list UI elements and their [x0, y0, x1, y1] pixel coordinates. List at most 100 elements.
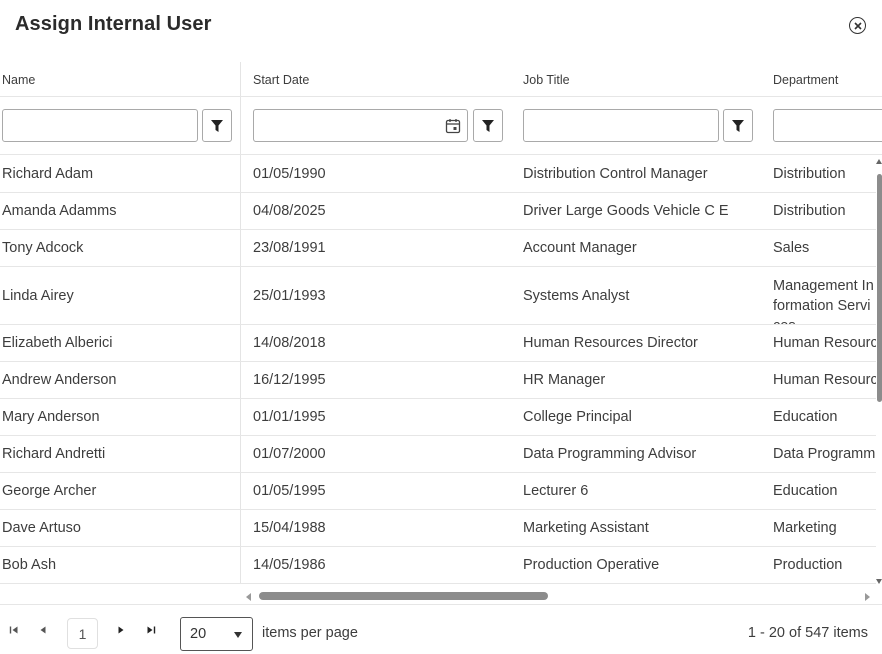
- last-page-button[interactable]: [143, 605, 159, 654]
- table-row[interactable]: Amanda Adamms 04/08/2025 Driver Large Go…: [0, 193, 876, 230]
- cell-name: Andrew Anderson: [2, 372, 117, 388]
- scroll-up-icon[interactable]: [876, 159, 882, 164]
- cell-name: George Archer: [2, 483, 97, 499]
- cell-job-title: Marketing Assistant: [523, 520, 649, 536]
- scroll-right-icon[interactable]: [865, 593, 870, 601]
- cell-department: Production: [773, 557, 843, 573]
- first-page-icon: [9, 626, 18, 634]
- cell-department: Human Resources: [773, 335, 876, 351]
- cell-start-date: 15/04/1988: [253, 520, 326, 536]
- cell-start-date: 14/05/1986: [253, 557, 326, 573]
- close-icon: [853, 21, 862, 30]
- department-filter-input[interactable]: [773, 109, 882, 142]
- last-page-icon: [147, 626, 156, 634]
- vertical-scrollbar[interactable]: [875, 156, 882, 584]
- cell-name: Linda Airey: [2, 287, 74, 304]
- cell-job-title: Human Resources Director: [523, 335, 698, 351]
- table-row[interactable]: Richard Adam 01/05/1990 Distribution Con…: [0, 156, 876, 193]
- page-size-value: 20: [190, 626, 207, 642]
- cell-name: Elizabeth Alberici: [2, 335, 113, 351]
- horizontal-scrollbar[interactable]: [242, 590, 872, 604]
- cell-department: Education: [773, 483, 838, 499]
- cell-start-date: 14/08/2018: [253, 335, 326, 351]
- next-page-icon: [118, 626, 124, 634]
- cell-name: Amanda Adamms: [2, 203, 117, 219]
- table-row[interactable]: Elizabeth Alberici 14/08/2018 Human Reso…: [0, 325, 876, 362]
- cell-start-date: 01/07/2000: [253, 446, 326, 462]
- horizontal-scroll-thumb[interactable]: [259, 592, 548, 600]
- pager: 1 20 items per page 1 - 20 of 547 items: [0, 604, 882, 654]
- items-per-page-label: items per page: [262, 625, 358, 641]
- column-header-start-date[interactable]: Start Date: [253, 73, 309, 87]
- scroll-down-icon[interactable]: [876, 579, 882, 584]
- start-date-filter-input[interactable]: [253, 109, 468, 142]
- table-row[interactable]: George Archer 01/05/1995 Lecturer 6 Educ…: [0, 473, 876, 510]
- table-row[interactable]: Mary Anderson 01/01/1995 College Princip…: [0, 399, 876, 436]
- cell-department: Education: [773, 409, 838, 425]
- cell-department: Distribution: [773, 203, 846, 219]
- cell-name: Richard Andretti: [2, 446, 106, 462]
- cell-job-title: Systems Analyst: [523, 287, 630, 304]
- job-title-filter-button[interactable]: [723, 109, 753, 142]
- column-header-job-title[interactable]: Job Title: [523, 73, 570, 87]
- cell-start-date: 01/05/1995: [253, 483, 326, 499]
- cell-name: Mary Anderson: [2, 409, 100, 425]
- filter-row: [0, 97, 882, 155]
- job-title-filter-input[interactable]: [523, 109, 719, 142]
- table-row[interactable]: Bob Ash 14/05/1986 Production Operative …: [0, 547, 876, 584]
- filter-icon: [732, 119, 744, 132]
- chevron-down-icon: [234, 632, 242, 638]
- close-button[interactable]: [849, 17, 866, 34]
- name-filter-input[interactable]: [2, 109, 198, 142]
- cell-job-title: College Principal: [523, 409, 632, 425]
- page-size-select[interactable]: 20: [180, 617, 253, 651]
- column-header-name[interactable]: Name: [2, 73, 35, 87]
- cell-job-title: Account Manager: [523, 240, 637, 256]
- cell-department: Sales: [773, 240, 810, 256]
- dialog-title: Assign Internal User: [15, 13, 212, 35]
- filter-icon: [482, 119, 494, 132]
- cell-job-title: HR Manager: [523, 372, 606, 388]
- next-page-button[interactable]: [113, 605, 129, 654]
- table-row[interactable]: Linda Airey 25/01/1993 Systems Analyst M…: [0, 267, 876, 325]
- cell-job-title: Lecturer 6: [523, 483, 589, 499]
- cell-start-date: 01/05/1990: [253, 166, 326, 182]
- table-row[interactable]: Tony Adcock 23/08/1991 Account Manager S…: [0, 230, 876, 267]
- current-page[interactable]: 1: [67, 618, 98, 649]
- cell-name: Richard Adam: [2, 166, 94, 182]
- cell-job-title: Distribution Control Manager: [523, 166, 708, 182]
- calendar-icon[interactable]: [445, 118, 461, 134]
- cell-department: Management Information Services: [773, 278, 874, 324]
- previous-page-icon: [40, 626, 46, 634]
- scroll-left-icon[interactable]: [246, 593, 251, 601]
- cell-name: Tony Adcock: [2, 240, 84, 256]
- cell-job-title: Driver Large Goods Vehicle C E: [523, 203, 729, 219]
- cell-start-date: 04/08/2025: [253, 203, 326, 219]
- cell-start-date: 01/01/1995: [253, 409, 326, 425]
- column-header-department[interactable]: Department: [773, 73, 838, 87]
- cell-department: Human Resources: [773, 372, 876, 388]
- users-grid: Name Start Date Job Title Department Ric…: [0, 62, 882, 604]
- previous-page-button[interactable]: [35, 605, 51, 654]
- cell-department: Data Programming: [773, 446, 876, 462]
- cell-department: Distribution: [773, 166, 846, 182]
- grid-header: Name Start Date Job Title Department: [0, 62, 882, 97]
- table-row[interactable]: Dave Artuso 15/04/1988 Marketing Assista…: [0, 510, 876, 547]
- grid-body: Richard Adam 01/05/1990 Distribution Con…: [0, 156, 876, 584]
- vertical-scroll-thumb[interactable]: [877, 174, 882, 402]
- cell-job-title: Production Operative: [523, 557, 660, 573]
- filter-icon: [211, 119, 223, 132]
- table-row[interactable]: Andrew Anderson 16/12/1995 HR Manager Hu…: [0, 362, 876, 399]
- cell-name: Bob Ash: [2, 557, 57, 573]
- pager-info: 1 - 20 of 547 items: [747, 625, 868, 641]
- start-date-filter-button[interactable]: [473, 109, 503, 142]
- cell-department: Marketing: [773, 520, 837, 536]
- cell-name: Dave Artuso: [2, 520, 81, 536]
- table-row[interactable]: Richard Andretti 01/07/2000 Data Program…: [0, 436, 876, 473]
- cell-start-date: 23/08/1991: [253, 240, 326, 256]
- first-page-button[interactable]: [6, 605, 22, 654]
- cell-job-title: Data Programming Advisor: [523, 446, 697, 462]
- name-filter-button[interactable]: [202, 109, 232, 142]
- cell-start-date: 16/12/1995: [253, 372, 326, 388]
- cell-start-date: 25/01/1993: [253, 287, 326, 304]
